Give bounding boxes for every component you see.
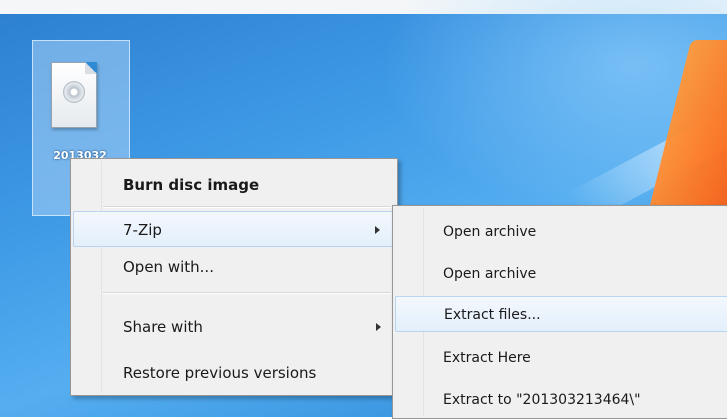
submenu-arrow-icon [375,226,380,234]
menu-item-label: 7-Zip [123,221,162,239]
submenu-item-extract-here[interactable]: Extract Here [395,340,727,376]
menu-item-open-with[interactable]: Open with... [73,249,395,285]
submenu-arrow-icon [376,323,381,331]
menu-item-label: Open with... [123,258,214,276]
submenu-item-label: Extract files... [444,307,541,323]
menu-item-label: Restore previous versions [123,364,317,382]
disc-icon [63,81,85,103]
menu-item-label: Burn disc image [123,176,260,194]
submenu-item-open-archive[interactable]: Open archive [395,214,727,250]
submenu-item-extract-to-folder[interactable]: Extract to "201303213464\" [395,382,727,418]
menu-item-7zip[interactable]: 7-Zip [73,211,395,247]
menu-separator-highlight [103,293,391,294]
submenu-item-label: Extract Here [443,350,531,366]
menu-item-label: Share with [123,318,203,336]
submenu-item-label: Open archive [443,224,537,240]
context-menu: Burn disc image 7-Zip Open with... Share… [70,158,398,396]
7zip-submenu: Open archive Open archive Extract files.… [392,205,727,419]
page-fold-icon [85,62,97,74]
disc-image-file-icon[interactable] [51,62,97,128]
menu-item-restore-previous-versions[interactable]: Restore previous versions [73,355,395,391]
menu-separator-highlight [103,207,391,208]
submenu-item-extract-files[interactable]: Extract files... [395,296,727,332]
submenu-item-open-archive-alt[interactable]: Open archive [395,256,727,292]
submenu-item-label: Open archive [443,266,537,282]
menu-item-burn-disc-image[interactable]: Burn disc image [73,167,395,203]
menu-item-share-with[interactable]: Share with [73,309,395,345]
submenu-item-label: Extract to "201303213464\" [443,392,641,408]
